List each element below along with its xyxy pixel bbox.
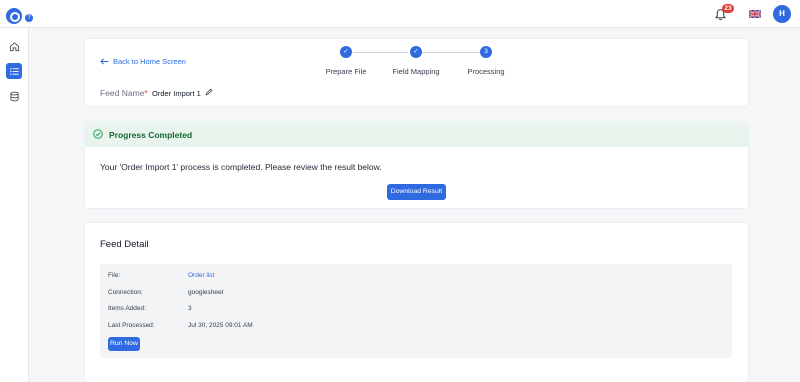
- step-3-label: Processing: [467, 67, 505, 76]
- step-connector: [422, 52, 480, 53]
- back-link-label: Back to Home Screen: [113, 57, 186, 66]
- progress-status-text: Progress Completed: [109, 130, 193, 140]
- feed-detail-title: Feed Detail: [100, 239, 149, 250]
- items-added-value: 3: [188, 305, 192, 312]
- sidebar-item-database[interactable]: [6, 88, 22, 104]
- last-processed-value: Jul 30, 2025 09:01 AM: [188, 322, 253, 329]
- feed-name-value: Order Import 1: [152, 89, 201, 98]
- app-logo[interactable]: [6, 8, 22, 24]
- connection-value: googlesheet: [188, 289, 224, 296]
- success-banner: Progress Completed: [85, 122, 748, 147]
- back-to-home-link[interactable]: Back to Home Screen: [100, 57, 186, 66]
- home-icon: [9, 41, 19, 51]
- feed-detail-card: Feed Detail File: Order list Connection:…: [85, 223, 748, 382]
- step-2-check-icon: ✓: [410, 46, 422, 58]
- connection-label: Connection:: [108, 289, 143, 296]
- notification-count-badge: 23: [722, 4, 734, 13]
- completion-message: Your 'Order Import 1' process is complet…: [100, 162, 382, 172]
- feed-detail-box: File: Order list Connection: googlesheet…: [100, 264, 732, 358]
- step-3-number: 3: [480, 46, 492, 58]
- run-now-button[interactable]: Run Now: [108, 337, 140, 351]
- last-processed-label: Last Processed:: [108, 322, 155, 329]
- user-avatar[interactable]: H: [773, 5, 791, 23]
- step-2-label: Field Mapping: [392, 67, 440, 76]
- feed-name-label: Feed Name*: [100, 88, 148, 98]
- sidebar-item-home[interactable]: [6, 38, 22, 54]
- sidebar: [0, 28, 29, 382]
- uk-flag-icon[interactable]: [749, 10, 761, 18]
- step-connector: [353, 52, 408, 53]
- top-bar: ? 23 H: [0, 0, 800, 28]
- progress-card: Progress Completed Your 'Order Import 1'…: [85, 122, 748, 208]
- feed-header-card: Back to Home Screen ✓ Prepare File ✓ Fie…: [85, 39, 748, 106]
- arrow-left-icon: [100, 58, 109, 65]
- sidebar-item-feeds[interactable]: [6, 63, 22, 79]
- step-1-label: Prepare File: [325, 67, 367, 76]
- list-icon: [9, 67, 19, 75]
- step-1-check-icon: ✓: [340, 46, 352, 58]
- logo-badge: ?: [25, 14, 33, 22]
- items-added-label: Items Added:: [108, 305, 146, 312]
- database-icon: [9, 91, 19, 101]
- download-result-button[interactable]: Download Result: [387, 184, 446, 200]
- check-circle-icon: [93, 129, 103, 139]
- file-label: File:: [108, 272, 121, 279]
- pencil-edit-icon[interactable]: [205, 88, 213, 96]
- file-link[interactable]: Order list: [188, 272, 214, 279]
